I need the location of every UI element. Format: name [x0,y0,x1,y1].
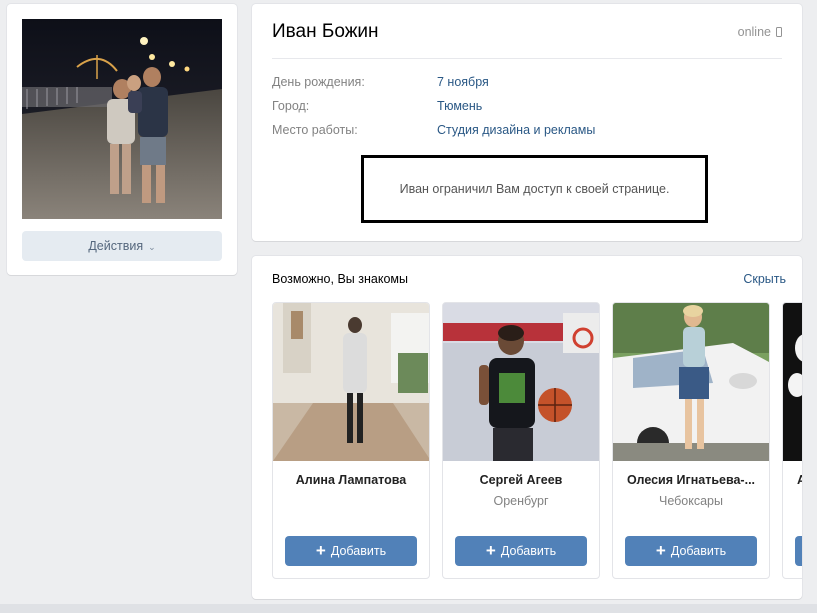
friend-suggestions-title: Возможно, Вы знакомы [272,272,408,286]
add-friend-label: Добавить [330,544,387,558]
plus-icon: + [655,540,666,560]
friend-photo-image [273,303,429,461]
page-bottom-strip [0,604,817,613]
friend-photo-image [783,303,802,461]
info-value-workplace[interactable]: Студия дизайна и рекламы [437,123,595,141]
friend-name[interactable]: А [797,473,802,487]
friend-photo[interactable] [783,303,802,461]
friend-photo[interactable] [443,303,599,461]
divider [272,58,782,59]
friend-city: Чебоксары [658,494,723,508]
add-friend-button[interactable]: + Добавить [795,536,802,566]
online-status-text: online [737,25,771,39]
friend-suggestion: Алина Лампатова + Добавить [272,302,430,579]
friend-name[interactable]: Сергей Агеев [449,473,593,487]
info-label-birthday: День рождения: [272,75,365,89]
info-value-city[interactable]: Тюмень [437,99,482,117]
friend-name[interactable]: Алина Лампатова [279,473,423,487]
avatar-card: Действия ⌄ [7,4,237,275]
friend-suggestion: Сергей Агеев Оренбург + Добавить [442,302,600,579]
info-value-birthday[interactable]: 7 ноября [437,75,489,93]
profile-name: Иван Божин [272,21,379,42]
online-status: online [738,25,782,39]
actions-button-label: Действия [88,239,144,253]
friend-suggestion: Олесия Игнатьева-... Чебоксары + Добавит… [612,302,770,579]
hide-suggestions-link[interactable]: Скрыть [743,272,786,286]
restricted-access-text: Иван ограничил Вам доступ к своей страни… [399,182,670,196]
avatar[interactable] [22,19,222,219]
mobile-phone-icon [776,27,782,37]
friend-photo[interactable] [273,303,429,461]
add-friend-button[interactable]: + Добавить [625,536,757,566]
actions-button[interactable]: Действия ⌄ [22,231,222,261]
friend-city: Оренбург [493,494,549,508]
plus-icon: + [485,540,496,560]
chevron-down-icon: ⌄ [148,241,156,252]
restricted-access-notice: Иван ограничил Вам доступ к своей страни… [361,155,708,223]
friend-photo[interactable] [613,303,769,461]
plus-icon: + [315,540,326,560]
info-row-birthday: День рождения: 7 ноября [272,75,489,93]
info-label-workplace: Место работы: [272,123,358,137]
friend-photo-image [613,303,769,461]
info-label-city: Город: [272,99,310,113]
friend-name[interactable]: Олесия Игнатьева-... [619,473,763,487]
info-row-workplace: Место работы: Студия дизайна и рекламы [272,123,595,141]
add-friend-label: Добавить [500,544,557,558]
avatar-photo-image [22,19,222,219]
profile-info-card: Иван Божин online День рождения: 7 ноябр… [252,4,802,241]
friend-suggestions-card: Возможно, Вы знакомы Скрыть Алина Лампат… [252,256,802,599]
add-friend-button[interactable]: + Добавить [455,536,587,566]
info-row-city: Город: Тюмень [272,99,482,117]
add-friend-label: Добавить [670,544,727,558]
friend-photo-image [443,303,599,461]
friend-suggestion: А + Добавить [782,302,802,579]
add-friend-button[interactable]: + Добавить [285,536,417,566]
